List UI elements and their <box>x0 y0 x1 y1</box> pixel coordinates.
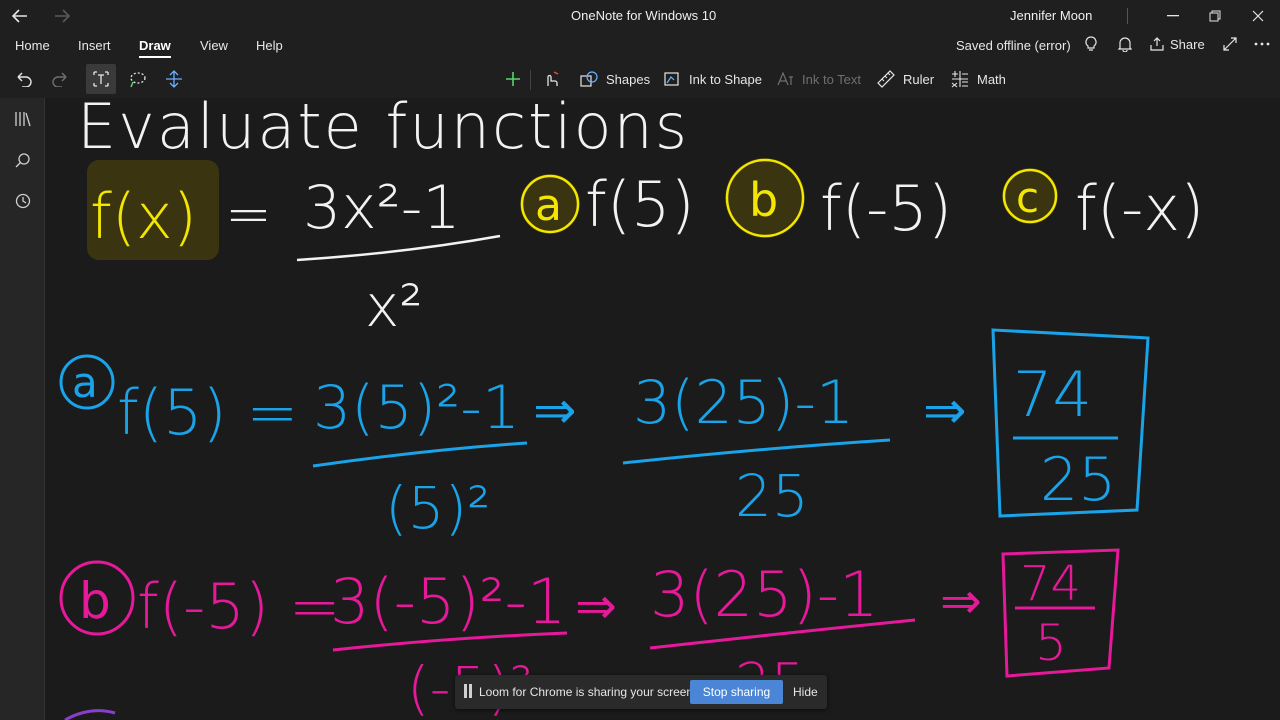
loom-sharing-bar: Loom for Chrome is sharing your screen. … <box>455 675 827 709</box>
menu-bar: Home Insert Draw View Help Saved offline… <box>0 32 1280 60</box>
pause-icon[interactable] <box>463 684 473 698</box>
draw-toolbar: Shapes Ink to Shape Ink to Text Ruler Ma… <box>0 60 1280 150</box>
ink-to-shape-icon <box>664 72 679 86</box>
tab-insert[interactable]: Insert <box>78 38 111 53</box>
share-label: Share <box>1170 36 1205 52</box>
ink-step-b-mid-num: 3(25)-1 <box>650 558 879 631</box>
type-select-button[interactable] <box>86 64 116 94</box>
redo-icon[interactable] <box>52 60 70 98</box>
touch-draw-icon[interactable] <box>542 60 560 98</box>
title-divider <box>1127 8 1128 24</box>
tab-help[interactable]: Help <box>256 38 283 53</box>
math-label: Math <box>977 71 1006 87</box>
add-space-icon[interactable] <box>165 60 183 98</box>
ink-to-text-button[interactable]: Ink to Text <box>776 60 861 98</box>
ink-label-b: b <box>749 173 778 227</box>
toolbar-divider <box>530 70 531 90</box>
ink-to-shape-button[interactable]: Ink to Shape <box>663 60 762 98</box>
forward-arrow-icon[interactable] <box>50 0 74 32</box>
ink-to-text-label: Ink to Text <box>802 71 862 87</box>
ink-label-a: a <box>535 180 562 231</box>
loom-message: Loom for Chrome is sharing your screen. <box>479 685 697 699</box>
shapes-icon <box>580 71 598 87</box>
tab-draw[interactable]: Draw <box>139 38 171 58</box>
shapes-button[interactable]: Shapes <box>580 60 650 98</box>
window-title: OneNote for Windows 10 <box>571 8 717 23</box>
ink-step-b-ans-num: 74 <box>1020 556 1081 612</box>
ink-partial-stroke <box>64 709 116 720</box>
ruler-button[interactable]: Ruler <box>877 60 934 98</box>
recent-icon[interactable] <box>12 190 34 212</box>
notebooks-icon[interactable] <box>12 108 34 130</box>
ink-step-a-ans-num: 74 <box>1013 358 1092 431</box>
ink-fx: f(x) <box>90 180 197 253</box>
ink-label-c: c <box>1016 173 1039 222</box>
select-text-icon <box>93 71 109 87</box>
ink-step-a-num: 3(5)²-1 <box>313 373 520 443</box>
ink-step-a-label: a <box>72 358 98 407</box>
lightbulb-icon[interactable] <box>1082 30 1100 58</box>
user-name[interactable]: Jennifer Moon <box>1010 8 1092 23</box>
share-icon <box>1150 37 1164 51</box>
stop-sharing-button[interactable]: Stop sharing <box>690 680 783 704</box>
search-icon[interactable] <box>12 149 34 171</box>
ink-step-b-lhs: f(-5) = <box>137 570 341 643</box>
ink-step-a-mid-bar <box>622 438 891 465</box>
ink-layer: Evaluate functions f(x) = 3x²-1 x² a f(5… <box>59 98 1204 720</box>
math-icon <box>951 71 968 88</box>
ink-step-a-ans-den: 25 <box>1040 445 1116 515</box>
ink-step-a-den: (5)² <box>385 474 490 542</box>
close-icon[interactable] <box>1248 0 1268 32</box>
share-button[interactable]: Share <box>1150 30 1220 58</box>
lasso-select-icon[interactable] <box>129 60 147 98</box>
more-options-icon[interactable] <box>1252 30 1272 58</box>
nav-sidebar <box>0 98 45 720</box>
undo-icon[interactable] <box>14 60 32 98</box>
bell-icon[interactable] <box>1116 30 1134 58</box>
expand-icon[interactable] <box>1221 30 1239 58</box>
add-pen-icon[interactable] <box>505 60 521 98</box>
ink-numerator: 3x²-1 <box>303 173 461 243</box>
ink-step-a-arrow1: ⇒ <box>533 381 577 441</box>
ink-step-a-mid-den: 25 <box>735 462 809 530</box>
math-button[interactable]: Math <box>951 60 1006 98</box>
tab-view[interactable]: View <box>200 38 228 53</box>
ink-to-shape-label: Ink to Shape <box>689 71 762 87</box>
note-canvas[interactable]: Evaluate functions f(x) = 3x²-1 x² a f(5… <box>45 98 1280 720</box>
hide-button[interactable]: Hide <box>793 685 818 699</box>
shapes-label: Shapes <box>606 71 651 87</box>
ink-step-b-arrow2: ⇒ <box>940 572 982 630</box>
ink-f5: f(5) <box>585 168 695 241</box>
ink-denominator: x² <box>365 272 423 340</box>
back-arrow-icon[interactable] <box>8 0 32 32</box>
ink-step-a-bar <box>312 441 528 468</box>
ink-to-text-icon <box>777 71 793 86</box>
ink-step-b-arrow1: ⇒ <box>575 577 617 635</box>
ink-title: Evaluate functions <box>77 98 689 163</box>
title-bar: OneNote for Windows 10 Jennifer Moon <box>0 0 1280 32</box>
ruler-icon <box>877 70 895 88</box>
ink-step-b-ans-den: 5 <box>1035 614 1067 672</box>
ink-fnegx: f(-x) <box>1075 172 1204 245</box>
minimize-icon[interactable] <box>1163 0 1183 32</box>
ink-fneg5: f(-5) <box>820 172 952 245</box>
ink-step-b-label: b <box>79 572 111 630</box>
ink-step-a-arrow2: ⇒ <box>923 381 967 441</box>
sync-status[interactable]: Saved offline (error) <box>956 38 1071 53</box>
ink-step-a-lhs: f(5) = <box>117 376 298 449</box>
ink-step-a-mid-num: 3(25)-1 <box>633 368 854 438</box>
ink-equals: = <box>225 182 272 247</box>
ink-step-b-num: 3(-5)²-1 <box>330 565 566 638</box>
restore-icon[interactable] <box>1205 0 1225 32</box>
tab-home[interactable]: Home <box>15 38 50 53</box>
ruler-label: Ruler <box>903 71 935 87</box>
